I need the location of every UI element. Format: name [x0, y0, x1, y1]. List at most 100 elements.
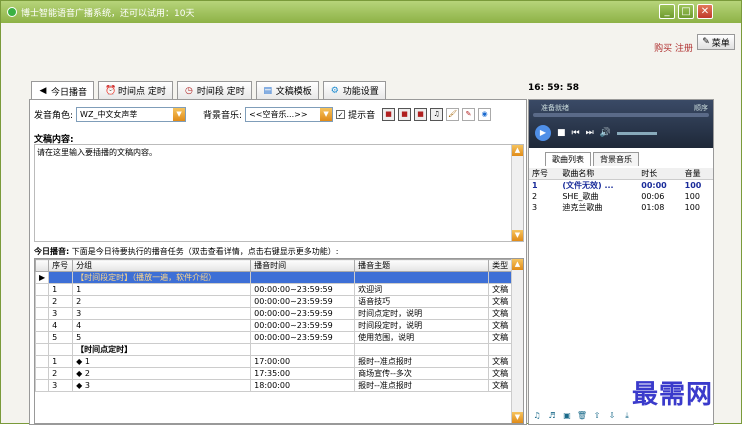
music-note-icon[interactable]: ♫	[430, 108, 444, 121]
speaker-icon: ◀	[39, 86, 47, 96]
table-scrollbar[interactable]: ▲ ▼	[511, 259, 523, 423]
scroll-up-icon[interactable]: ▲	[512, 259, 523, 270]
edit-icon[interactable]: ✎	[462, 108, 476, 121]
cell-topic	[354, 343, 490, 356]
delete-icon[interactable]: 🗑	[576, 410, 588, 422]
minimize-button[interactable]: _	[659, 4, 675, 19]
open-folder-icon[interactable]: ▣	[561, 410, 573, 422]
song-cell-no: 3	[532, 203, 538, 212]
chat-icon[interactable]: ◉	[478, 108, 492, 121]
tab-templates[interactable]: ▤ 文稿模板	[255, 81, 319, 99]
song-row[interactable]: 1 (文件无效) ... 00:00 100	[529, 180, 713, 192]
song-list[interactable]: 序号 歌曲名称 时长 音量 1 (文件无效) ... 00:00 100 2 SHE_歌曲…	[529, 168, 713, 213]
scroll-down-icon[interactable]: ▼	[512, 412, 523, 423]
next-icon[interactable]: ⏭	[586, 128, 594, 138]
title-bar[interactable]: 博士智能语音广播系统，还可以试用：10天 _ □ ✕	[1, 1, 741, 23]
table-row[interactable]: 2 2 00:00:00~23:59:59 语音技巧 文稿	[35, 295, 518, 308]
col-header-no[interactable]: 序号	[48, 259, 74, 272]
player: 准备就绪 顺序 ▶ ■ ⏮ ⏭ 🔊	[529, 100, 713, 148]
song-col-name[interactable]: 歌曲名称	[559, 168, 639, 180]
song-cell-duration: 00:06	[641, 192, 665, 201]
prompt-label: 提示音	[348, 111, 376, 121]
song-col-duration[interactable]: 时长	[638, 168, 682, 180]
menu-button[interactable]: ✎ 菜单	[697, 34, 735, 50]
volume-slider[interactable]	[616, 131, 657, 135]
table-row[interactable]: 3 3 00:00:00~23:59:59 时间点定时，说明 文稿	[35, 307, 518, 320]
table-row[interactable]: 4 4 00:00:00~23:59:59 时间段定时，说明 文稿	[35, 319, 518, 332]
today-label: 今日播音: 下面是今日待要执行的播音任务（双击查看详情，点击右键显示更多功能）:	[34, 246, 338, 257]
col-header-topic[interactable]: 播音主题	[354, 259, 490, 272]
previous-icon[interactable]: ⏮	[572, 128, 580, 138]
schedule-table[interactable]: 序号 分组 播音时间 播音主题 类型 ▶ 【时间段定时】（播放一遍，软件介绍） 1 1…	[34, 258, 524, 424]
row-indicator	[35, 283, 50, 296]
buy-register-link[interactable]: 购买 注册	[654, 41, 693, 54]
cell-time: 00:00:00~23:59:59	[250, 295, 356, 308]
col-header-group[interactable]: 分组	[72, 259, 252, 272]
cell-group: 【时间段定时】（播放一遍，软件介绍）	[72, 271, 252, 284]
table-row[interactable]: 3 ◆ 3 18:00:00 报时--准点报时 文稿	[35, 379, 518, 392]
table-row[interactable]: 1 ◆ 1 17:00:00 报时--准点报时 文稿	[35, 355, 518, 368]
table-row[interactable]: 1 1 00:00:00~23:59:59 欢迎词 文稿	[35, 283, 518, 296]
cell-time	[250, 343, 356, 356]
cell-time: 17:35:00	[250, 367, 356, 380]
content-scrollbar[interactable]: ▲ ▼	[511, 145, 523, 241]
song-cell-duration: 00:00	[641, 181, 667, 190]
tab-timepoint[interactable]: ⏰ 时间点 定时	[98, 81, 173, 99]
app-window: 博士智能语音广播系统，还可以试用：10天 _ □ ✕ 购买 注册 ✎ 菜单 ◀ 今…	[0, 0, 742, 425]
cell-no: 1	[48, 283, 74, 296]
song-col-volume[interactable]: 音量	[681, 168, 713, 180]
song-row[interactable]: 3 迪克兰歌曲 01:08 100	[529, 202, 713, 213]
tab-timerange[interactable]: ◷ 时间段 定时	[176, 81, 252, 99]
voice-select[interactable]: WZ_中文女声莘 ▼	[76, 107, 187, 122]
tab-today[interactable]: ◀ 今日播音	[31, 81, 95, 100]
tab-bgm[interactable]: 背景音乐	[593, 152, 639, 166]
progress-bar[interactable]	[533, 113, 709, 117]
table-row[interactable]: 2 ◆ 2 17:35:00 商场宣传--多次 文稿	[35, 367, 518, 380]
add-folder-icon[interactable]: ♬	[546, 410, 558, 422]
maximize-button[interactable]: □	[678, 4, 694, 19]
scroll-down-icon[interactable]: ▼	[512, 230, 523, 241]
song-row[interactable]: 2 SHE_歌曲 00:06 100	[529, 191, 713, 202]
cell-topic	[354, 271, 490, 284]
save-icon[interactable]: ⤓	[621, 410, 633, 422]
add-music-icon[interactable]: ♫	[531, 410, 543, 422]
row-indicator	[35, 307, 50, 320]
table-row[interactable]: 【时间点定时】	[35, 343, 518, 356]
brush-icon[interactable]: 🖌	[446, 108, 460, 121]
cell-topic: 时间点定时，说明	[354, 307, 490, 320]
tone-1-button[interactable]: ■	[382, 108, 396, 121]
cell-group: 2	[72, 295, 252, 308]
song-col-no[interactable]: 序号	[529, 168, 560, 180]
play-icon[interactable]: ▶	[535, 125, 551, 141]
move-up-icon[interactable]: ⇧	[591, 410, 603, 422]
menu-label: 菜单	[711, 38, 730, 49]
song-cell-volume: 100	[684, 181, 702, 190]
prompt-checkbox[interactable]: ✓	[336, 110, 346, 119]
bgm-select[interactable]: <<空音乐...>> ▼	[245, 107, 334, 122]
tab-song-list[interactable]: 歌曲列表	[545, 152, 591, 166]
chevron-down-icon: ▼	[320, 108, 333, 121]
row-indicator	[35, 295, 50, 308]
content-textarea[interactable]: 请在这里输入要插播的文稿内容。 ▲ ▼	[34, 144, 524, 242]
tone-3-button[interactable]: ■	[414, 108, 428, 121]
song-cell-no: 1	[532, 181, 538, 190]
table-row[interactable]: ▶ 【时间段定时】（播放一遍，软件介绍）	[35, 271, 518, 284]
schedule-rows: ▶ 【时间段定时】（播放一遍，软件介绍） 1 1 00:00:00~23:59:59 欢迎…	[35, 271, 518, 392]
tone-2-button[interactable]: ■	[398, 108, 412, 121]
main-tabs: ◀ 今日播音 ⏰ 时间点 定时 ◷ 时间段 定时 ▤ 文稿模板 ⚙ 功能设置	[31, 81, 386, 100]
volume-icon[interactable]: 🔊	[600, 128, 611, 138]
move-down-icon[interactable]: ⇩	[606, 410, 618, 422]
table-row[interactable]: 5 5 00:00:00~23:59:59 使用范围，说明 文稿	[35, 331, 518, 344]
stop-icon[interactable]: ■	[557, 128, 566, 138]
tab-settings[interactable]: ⚙ 功能设置	[322, 81, 386, 99]
col-header-time[interactable]: 播音时间	[250, 259, 356, 272]
row-indicator	[35, 319, 50, 332]
clock-icon: ◷	[184, 85, 193, 96]
cell-no: 2	[48, 367, 74, 380]
cell-topic: 使用范围，说明	[354, 331, 490, 344]
scroll-up-icon[interactable]: ▲	[512, 145, 523, 156]
alarm-clock-icon: ⏰	[105, 85, 117, 96]
cell-no: 5	[48, 331, 74, 344]
close-button[interactable]: ✕	[697, 4, 713, 19]
play-mode[interactable]: 顺序	[694, 103, 708, 113]
